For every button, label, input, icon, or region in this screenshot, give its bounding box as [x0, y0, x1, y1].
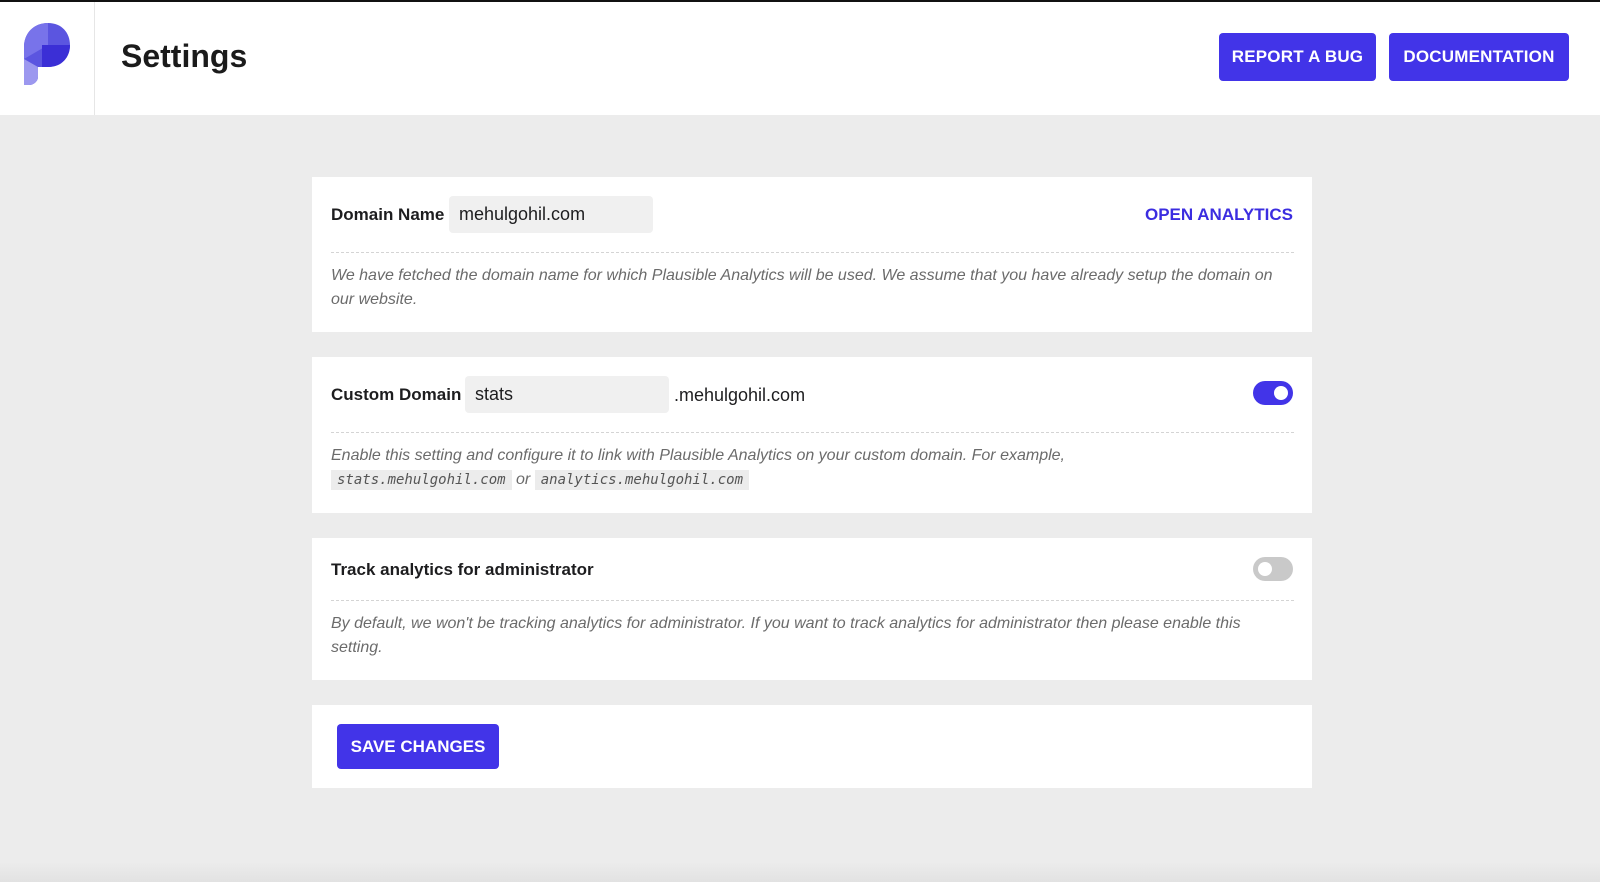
- report-bug-button[interactable]: REPORT A BUG: [1219, 33, 1376, 81]
- divider: [331, 252, 1294, 253]
- save-card: SAVE CHANGES: [312, 705, 1312, 788]
- open-analytics-link[interactable]: OPEN ANALYTICS: [1145, 205, 1293, 225]
- domain-name-input[interactable]: [449, 196, 653, 233]
- custom-domain-toggle[interactable]: [1253, 381, 1293, 405]
- custom-domain-help: Enable this setting and configure it to …: [331, 444, 1294, 492]
- example-domain-2: analytics.mehulgohil.com: [534, 470, 750, 490]
- admin-tracking-help: By default, we won't be tracking analyti…: [331, 615, 1241, 656]
- plausible-logo-icon: [24, 23, 70, 85]
- custom-domain-label: Custom Domain: [331, 385, 462, 404]
- custom-domain-card: Custom Domain .mehulgohil.com Enable thi…: [312, 357, 1312, 513]
- domain-name-help: We have fetched the domain name for whic…: [331, 267, 1273, 308]
- divider: [331, 600, 1294, 601]
- domain-name-card: Domain Name OPEN ANALYTICS We have fetch…: [312, 177, 1312, 332]
- logo[interactable]: [0, 2, 95, 115]
- divider: [331, 432, 1294, 433]
- admin-tracking-label: Track analytics for administrator: [331, 560, 594, 579]
- documentation-button[interactable]: DOCUMENTATION: [1389, 33, 1569, 81]
- example-domain-1: stats.mehulgohil.com: [331, 470, 512, 490]
- custom-domain-suffix: .mehulgohil.com: [674, 385, 806, 405]
- toggle-knob: [1274, 386, 1288, 400]
- toggle-knob: [1258, 562, 1272, 576]
- custom-domain-input[interactable]: [465, 376, 669, 413]
- or-text: or: [516, 471, 531, 488]
- admin-tracking-card: Track analytics for administrator By def…: [312, 538, 1312, 680]
- top-bar: Settings REPORT A BUG DOCUMENTATION: [0, 0, 1600, 115]
- bottom-shade: [0, 862, 1600, 882]
- domain-name-label: Domain Name: [331, 205, 445, 224]
- custom-domain-help-text: Enable this setting and configure it to …: [331, 447, 1065, 464]
- page-title: Settings: [121, 38, 248, 74]
- admin-tracking-toggle[interactable]: [1253, 557, 1293, 581]
- save-changes-button[interactable]: SAVE CHANGES: [337, 724, 499, 769]
